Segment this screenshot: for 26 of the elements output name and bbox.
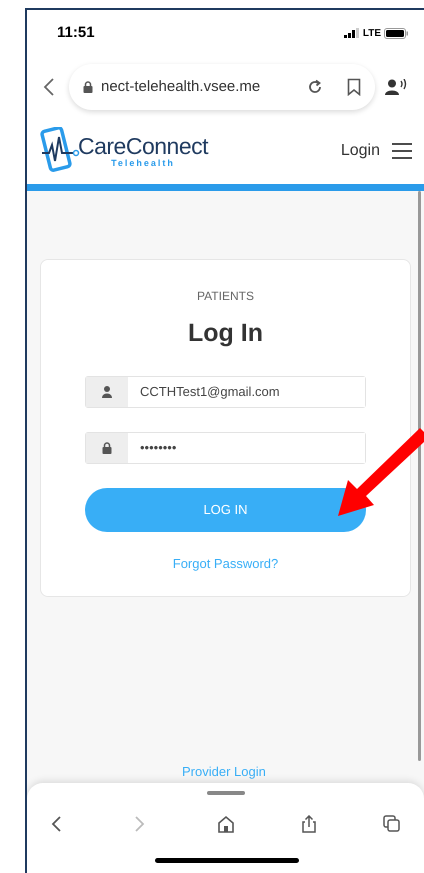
bookmark-icon[interactable] <box>347 78 361 96</box>
login-title: Log In <box>188 318 263 348</box>
network-label: LTE <box>362 26 381 40</box>
section-label: PATIENTS <box>197 288 254 304</box>
drag-handle[interactable] <box>206 791 244 795</box>
user-icon <box>102 386 112 398</box>
battery-icon <box>384 28 408 38</box>
logo-tagline: Telehealth <box>111 158 175 168</box>
home-icon[interactable] <box>216 815 234 833</box>
phone-heartbeat-icon <box>40 127 80 175</box>
status-time: 11:51 <box>57 22 95 43</box>
signal-icon <box>344 28 360 38</box>
scrollbar[interactable] <box>418 191 421 761</box>
reload-icon[interactable] <box>307 79 323 95</box>
lock-icon <box>102 442 112 454</box>
lock-icon <box>83 81 93 93</box>
listen-icon[interactable] <box>385 79 407 95</box>
email-field[interactable]: CCTHTest1@gmail.com <box>85 376 366 408</box>
url-text: nect-telehealth.vsee.me <box>101 76 260 97</box>
tabs-icon[interactable] <box>383 815 401 833</box>
menu-icon[interactable] <box>392 143 412 159</box>
login-link[interactable]: Login <box>340 139 380 163</box>
logo-name: CareConnect <box>78 134 208 158</box>
password-field[interactable]: •••••••• <box>85 432 366 464</box>
address-bar[interactable]: nect-telehealth.vsee.me <box>69 64 375 110</box>
share-icon[interactable] <box>300 815 318 833</box>
